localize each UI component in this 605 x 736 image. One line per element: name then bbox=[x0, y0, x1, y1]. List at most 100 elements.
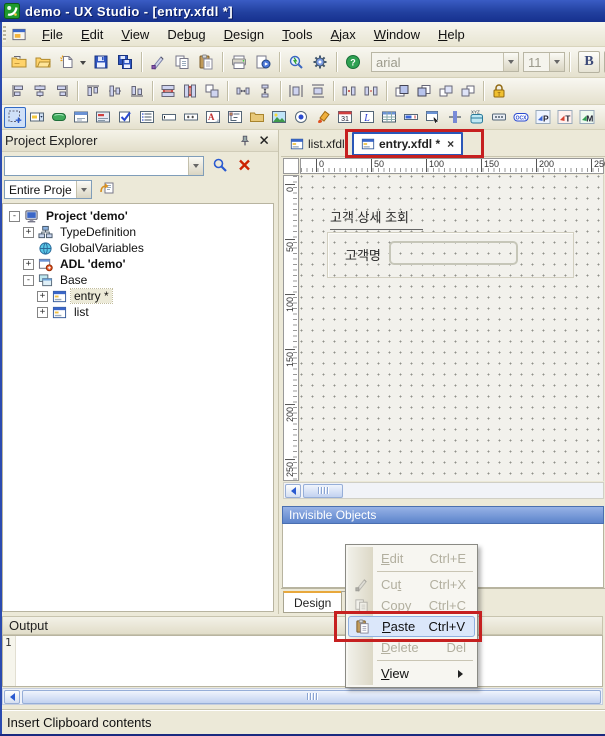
same-width-icon[interactable] bbox=[157, 81, 179, 102]
chevron-down-icon[interactable] bbox=[549, 53, 564, 71]
tree-node-entry-[interactable]: + entry * bbox=[3, 288, 273, 304]
editor-tab-list-xfdl[interactable]: list.xfdl bbox=[283, 133, 352, 155]
scrollbar-thumb[interactable] bbox=[22, 690, 601, 704]
label-component-icon[interactable]: L bbox=[356, 107, 378, 128]
explorer-filter-value[interactable]: Entire Proje bbox=[5, 183, 76, 197]
tree-expander-icon[interactable]: - bbox=[9, 211, 20, 222]
tab-label[interactable]: entry.xfdl * bbox=[379, 137, 440, 151]
chevron-down-icon[interactable] bbox=[188, 157, 203, 175]
tree-expander-icon[interactable]: + bbox=[23, 227, 34, 238]
tree-expander-icon[interactable]: - bbox=[23, 275, 34, 286]
close-panel-icon[interactable] bbox=[256, 133, 273, 149]
edit-component-icon[interactable] bbox=[70, 107, 92, 128]
align-top-icon[interactable] bbox=[82, 81, 104, 102]
script-t-icon[interactable]: T bbox=[554, 107, 576, 128]
tree-node-globalvariables[interactable]: GlobalVariables bbox=[3, 240, 273, 256]
center-vertical-icon[interactable] bbox=[307, 81, 329, 102]
same-height-icon[interactable] bbox=[179, 81, 201, 102]
grid-component-icon[interactable] bbox=[378, 107, 400, 128]
open-folder-icon[interactable] bbox=[31, 50, 55, 74]
print-icon[interactable] bbox=[227, 50, 251, 74]
output-horizontal-scrollbar[interactable] bbox=[2, 688, 603, 705]
menu-window-icon[interactable] bbox=[12, 27, 27, 42]
paste-icon[interactable] bbox=[194, 50, 218, 74]
menu-file[interactable]: File bbox=[33, 24, 72, 45]
tree-expander-icon[interactable]: + bbox=[23, 259, 34, 270]
tree-expander-icon[interactable]: + bbox=[37, 307, 48, 318]
menu-ajax[interactable]: Ajax bbox=[321, 24, 364, 45]
print-preview-icon[interactable] bbox=[251, 50, 275, 74]
progress-component-icon[interactable] bbox=[400, 107, 422, 128]
space-down-icon[interactable] bbox=[254, 81, 276, 102]
tree-node-project-demo-[interactable]: - Project 'demo' bbox=[3, 208, 273, 224]
chevron-down-icon[interactable] bbox=[503, 53, 518, 71]
align-left-icon[interactable] bbox=[7, 81, 29, 102]
font-size-combo[interactable]: 11 bbox=[523, 52, 565, 72]
tree-node-list[interactable]: + list bbox=[3, 304, 273, 320]
canvas-horizontal-scrollbar[interactable] bbox=[283, 482, 604, 499]
pick-component-icon[interactable] bbox=[422, 107, 444, 128]
tree-node-label[interactable]: entry * bbox=[71, 289, 112, 303]
align-bottom-icon[interactable] bbox=[126, 81, 148, 102]
goto-file-icon[interactable] bbox=[99, 180, 115, 196]
menu-view[interactable]: View bbox=[112, 24, 158, 45]
lock-icon[interactable]: T bbox=[488, 81, 510, 102]
tree-expander-icon[interactable]: + bbox=[37, 291, 48, 302]
save-all-icon[interactable] bbox=[113, 50, 137, 74]
close-tab-icon[interactable]: × bbox=[447, 137, 454, 151]
explorer-filter-combo[interactable]: Entire Proje bbox=[4, 180, 92, 199]
tab-label[interactable]: list.xfdl bbox=[308, 137, 345, 151]
spacing-decrease-icon[interactable] bbox=[360, 81, 382, 102]
output-body[interactable]: 1 bbox=[2, 635, 603, 687]
bottom-tab-design[interactable]: Design bbox=[283, 591, 342, 613]
tree-node-typedefinition[interactable]: +TypeDefinition bbox=[3, 224, 273, 240]
align-right-icon[interactable] bbox=[51, 81, 73, 102]
button-component-icon[interactable] bbox=[48, 107, 70, 128]
bring-to-front-icon[interactable] bbox=[391, 81, 413, 102]
dropdown-arrow-icon[interactable] bbox=[80, 61, 86, 68]
checkbox-component-icon[interactable] bbox=[114, 107, 136, 128]
form-field-label[interactable]: 고객명 bbox=[345, 245, 381, 264]
invisible-objects-header[interactable]: Invisible Objects bbox=[282, 506, 604, 524]
space-across-icon[interactable] bbox=[232, 81, 254, 102]
radio-component-icon[interactable] bbox=[290, 107, 312, 128]
scrollbar-thumb[interactable] bbox=[303, 484, 343, 498]
font-name-combo[interactable]: arial bbox=[371, 52, 519, 72]
clear-search-icon[interactable] bbox=[237, 157, 253, 173]
cut-icon[interactable] bbox=[146, 50, 170, 74]
search-run-icon[interactable] bbox=[284, 50, 308, 74]
menu-tools[interactable]: Tools bbox=[273, 24, 321, 45]
tree-node-label[interactable]: Base bbox=[57, 273, 90, 287]
center-horizontal-icon[interactable] bbox=[285, 81, 307, 102]
tree-node-label[interactable]: GlobalVariables bbox=[57, 241, 147, 255]
tree-component-icon[interactable] bbox=[224, 107, 246, 128]
spacing-increase-icon[interactable] bbox=[338, 81, 360, 102]
context-menu-item-view[interactable]: View bbox=[348, 663, 475, 684]
script-m-icon[interactable]: M bbox=[576, 107, 598, 128]
splitter-component-icon[interactable] bbox=[444, 107, 466, 128]
context-menu-item-paste[interactable]: PasteCtrl+V bbox=[348, 616, 475, 637]
ocx-component-icon[interactable]: OCX bbox=[510, 107, 532, 128]
explorer-search-combo[interactable] bbox=[4, 156, 204, 176]
select-tool-icon[interactable] bbox=[4, 107, 26, 128]
tree-node-label[interactable]: list bbox=[71, 305, 92, 319]
tree-node-label[interactable]: ADL 'demo' bbox=[57, 257, 129, 271]
form-edit-field[interactable] bbox=[389, 241, 518, 265]
align-center-icon[interactable] bbox=[29, 81, 51, 102]
tree-node-label[interactable]: Project 'demo' bbox=[43, 209, 131, 223]
editor-tab-entry-xfdl-[interactable]: entry.xfdl * × bbox=[352, 132, 463, 156]
field-component-icon[interactable] bbox=[158, 107, 180, 128]
open-project-icon[interactable] bbox=[7, 50, 31, 74]
same-size-icon[interactable] bbox=[201, 81, 223, 102]
bold-button[interactable]: B bbox=[578, 51, 600, 73]
menu-help[interactable]: Help bbox=[429, 24, 474, 45]
menu-debug[interactable]: Debug bbox=[158, 24, 214, 45]
help-icon[interactable]: ? bbox=[341, 50, 365, 74]
menu-design[interactable]: Design bbox=[215, 24, 273, 45]
script-p-icon[interactable]: P bbox=[532, 107, 554, 128]
send-backward-icon[interactable] bbox=[457, 81, 479, 102]
frame-component-icon[interactable] bbox=[246, 107, 268, 128]
save-icon[interactable] bbox=[89, 50, 113, 74]
tree-node-base[interactable]: - Base bbox=[3, 272, 273, 288]
settings-icon[interactable] bbox=[308, 50, 332, 74]
